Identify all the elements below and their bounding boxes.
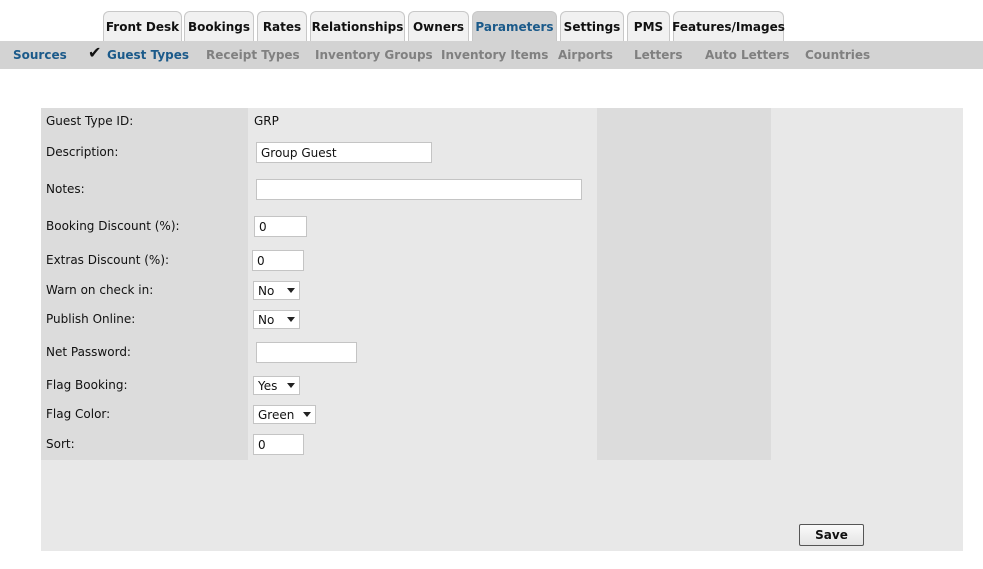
- tab-owners[interactable]: Owners: [408, 11, 469, 41]
- subnav-countries[interactable]: Countries: [805, 41, 870, 69]
- subnav-sources[interactable]: Sources: [13, 41, 67, 69]
- tab-pms[interactable]: PMS: [627, 11, 670, 41]
- notes-label: Notes:: [46, 182, 85, 196]
- tab-parameters[interactable]: Parameters: [472, 11, 557, 41]
- subnav-receipt-types[interactable]: Receipt Types: [206, 41, 300, 69]
- tab-rates[interactable]: Rates: [257, 11, 307, 41]
- extras-discount-input[interactable]: [252, 250, 304, 271]
- description-input[interactable]: [256, 142, 432, 163]
- warn-on-check-in-select[interactable]: No: [253, 281, 300, 300]
- checkmark-icon: ✔: [88, 43, 102, 62]
- publish-online-label: Publish Online:: [46, 312, 136, 326]
- tab-features-images[interactable]: Features/Images: [672, 11, 785, 41]
- tab-settings[interactable]: Settings: [560, 11, 624, 41]
- tab-bookings[interactable]: Bookings: [184, 11, 254, 41]
- flag-booking-label: Flag Booking:: [46, 378, 128, 392]
- flag-booking-select[interactable]: Yes: [253, 376, 300, 395]
- warn-on-check-in-label: Warn on check in:: [46, 283, 154, 297]
- right-column: [597, 108, 771, 460]
- dropdown-arrow-icon: [287, 288, 295, 293]
- subnav-airports[interactable]: Airports: [558, 41, 613, 69]
- save-button[interactable]: Save: [799, 524, 864, 546]
- subnav-guest-types[interactable]: Guest Types: [107, 41, 189, 69]
- sort-input[interactable]: [253, 434, 304, 455]
- net-password-input[interactable]: [256, 342, 357, 363]
- warn-on-check-in-value: No: [258, 283, 275, 298]
- flag-color-label: Flag Color:: [46, 407, 111, 421]
- description-label: Description:: [46, 145, 119, 159]
- sub-navigation: Sources ✔ Guest Types Receipt Types Inve…: [0, 41, 983, 69]
- subnav-letters[interactable]: Letters: [634, 41, 682, 69]
- guest-type-id-label: Guest Type ID:: [46, 114, 134, 128]
- flag-booking-value: Yes: [258, 378, 278, 393]
- subnav-auto-letters[interactable]: Auto Letters: [705, 41, 789, 69]
- tab-relationships[interactable]: Relationships: [310, 11, 405, 41]
- publish-online-value: No: [258, 312, 275, 327]
- dropdown-arrow-icon: [303, 412, 311, 417]
- flag-color-select[interactable]: Green: [253, 405, 316, 424]
- subnav-inventory-items[interactable]: Inventory Items: [441, 41, 548, 69]
- net-password-label: Net Password:: [46, 345, 131, 359]
- sort-label: Sort:: [46, 437, 75, 451]
- publish-online-select[interactable]: No: [253, 310, 300, 329]
- notes-input[interactable]: [256, 179, 582, 200]
- main-tab-bar: Front Desk Bookings Rates Relationships …: [0, 0, 983, 41]
- dropdown-arrow-icon: [287, 383, 295, 388]
- booking-discount-input[interactable]: [254, 216, 307, 237]
- tab-front-desk[interactable]: Front Desk: [103, 11, 182, 41]
- booking-discount-label: Booking Discount (%):: [46, 219, 180, 233]
- guest-type-id-value: GRP: [254, 114, 279, 128]
- extras-discount-label: Extras Discount (%):: [46, 253, 170, 267]
- flag-color-value: Green: [258, 407, 295, 422]
- dropdown-arrow-icon: [287, 317, 295, 322]
- subnav-inventory-groups[interactable]: Inventory Groups: [315, 41, 433, 69]
